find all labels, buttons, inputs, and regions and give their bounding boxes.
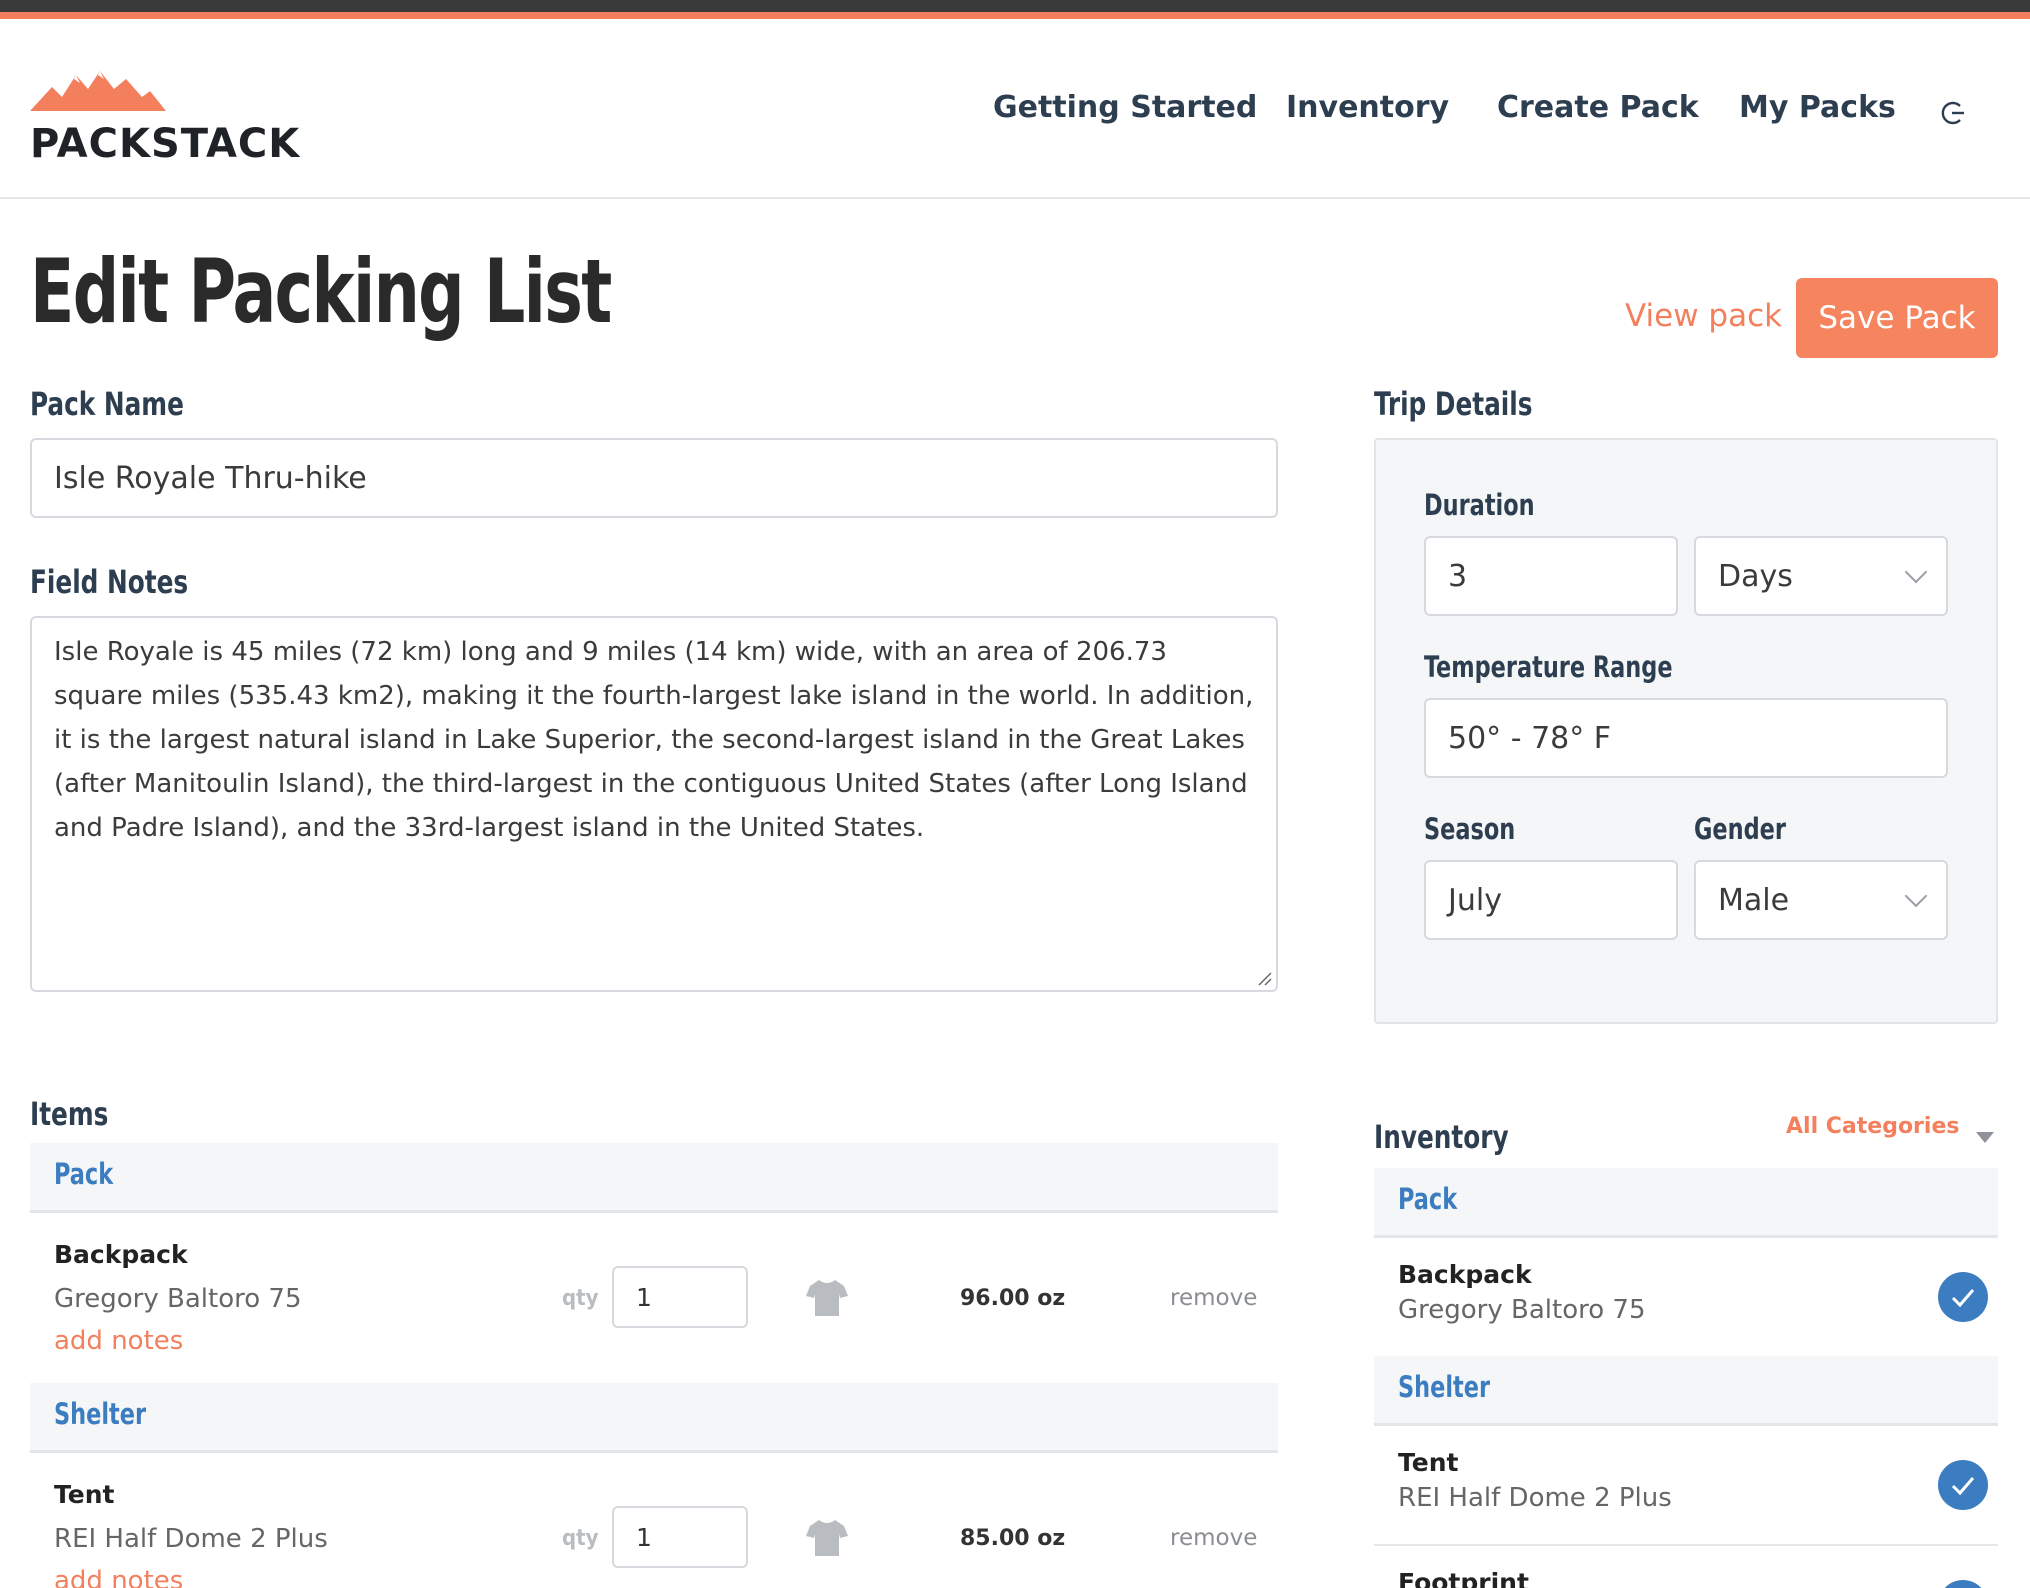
add-notes-link[interactable]: add notes — [54, 1566, 183, 1588]
mountain-logo-icon — [30, 71, 166, 111]
gender-value: Male — [1718, 882, 1790, 918]
item-weight: 85.00 oz — [960, 1526, 1066, 1551]
qty-value: 1 — [636, 1522, 652, 1552]
item-model: Gregory Baltoro 75 — [54, 1284, 302, 1314]
worn-shirt-icon[interactable] — [806, 1518, 848, 1558]
logo-text: PACKSTACK — [30, 121, 301, 167]
item-added-check[interactable] — [1938, 1580, 1988, 1588]
item-category-pack: Pack — [30, 1143, 1278, 1213]
nav-inventory[interactable]: Inventory — [1286, 90, 1449, 125]
duration-input[interactable]: 3 — [1424, 536, 1678, 616]
inventory-item-model: REI Half Dome 2 Plus — [1398, 1483, 1672, 1513]
qty-label: qty — [562, 1526, 599, 1551]
logout-icon[interactable] — [1940, 98, 1970, 128]
nav-create-pack[interactable]: Create Pack — [1497, 90, 1699, 125]
top-accent-bar — [0, 12, 2030, 19]
temperature-range-label: Temperature Range — [1424, 650, 1673, 684]
category-filter-dropdown[interactable]: All Categories — [1786, 1114, 1959, 1139]
site-header: PACKSTACK Getting Started Inventory Crea… — [0, 19, 2030, 199]
pack-name-input[interactable]: Isle Royale Thru-hike — [30, 438, 1278, 518]
gender-label: Gender — [1694, 812, 1786, 846]
page-title: Edit Packing List — [30, 240, 612, 343]
field-notes-value: Isle Royale is 45 miles (72 km) long and… — [54, 637, 1254, 843]
items-heading: Items — [30, 1095, 109, 1133]
item-name: Backpack — [54, 1240, 188, 1269]
qty-value: 1 — [636, 1282, 652, 1312]
top-bar — [0, 0, 2030, 12]
season-value: July — [1448, 882, 1502, 918]
remove-item-link[interactable]: remove — [1170, 1285, 1257, 1311]
category-label: Pack — [1398, 1182, 1458, 1216]
remove-item-link[interactable]: remove — [1170, 1525, 1257, 1551]
item-model: REI Half Dome 2 Plus — [54, 1524, 328, 1554]
inventory-category-pack: Pack — [1374, 1168, 1998, 1238]
chevron-down-icon — [1904, 884, 1928, 908]
chevron-down-icon — [1904, 560, 1928, 584]
resize-handle-icon[interactable] — [1256, 970, 1272, 986]
season-label: Season — [1424, 812, 1516, 846]
duration-value: 3 — [1448, 558, 1468, 594]
nav-getting-started[interactable]: Getting Started — [993, 90, 1257, 125]
inventory-category-shelter: Shelter — [1374, 1356, 1998, 1426]
item-added-check[interactable] — [1938, 1460, 1988, 1510]
temperature-range-value: 50° - 78° F — [1448, 720, 1612, 756]
item-category-shelter: Shelter — [30, 1383, 1278, 1453]
item-name: Tent — [54, 1480, 115, 1509]
worn-shirt-icon[interactable] — [806, 1278, 848, 1318]
pack-name-label: Pack Name — [30, 385, 184, 423]
view-pack-link[interactable]: View pack — [1625, 298, 1782, 334]
item-added-check[interactable] — [1938, 1272, 1988, 1322]
save-pack-button[interactable]: Save Pack — [1796, 278, 1998, 358]
qty-label: qty — [562, 1286, 599, 1311]
check-icon — [1951, 1477, 1975, 1496]
caret-down-icon[interactable] — [1976, 1132, 1994, 1143]
pack-name-value: Isle Royale Thru-hike — [54, 460, 367, 496]
temperature-range-input[interactable]: 50° - 78° F — [1424, 698, 1948, 778]
add-notes-link[interactable]: add notes — [54, 1326, 183, 1356]
duration-unit-select[interactable]: Days — [1694, 536, 1948, 616]
inventory-item-model: Gregory Baltoro 75 — [1398, 1295, 1646, 1325]
divider — [1374, 1544, 1998, 1546]
qty-input[interactable]: 1 — [612, 1266, 748, 1328]
inventory-heading: Inventory — [1374, 1118, 1509, 1156]
logo[interactable]: PACKSTACK — [30, 67, 299, 177]
trip-details-heading: Trip Details — [1374, 385, 1533, 423]
check-icon — [1951, 1289, 1975, 1308]
item-weight: 96.00 oz — [960, 1286, 1066, 1311]
qty-input[interactable]: 1 — [612, 1506, 748, 1568]
inventory-item-name: Backpack — [1398, 1260, 1532, 1289]
category-label: Pack — [54, 1157, 114, 1191]
gender-select[interactable]: Male — [1694, 860, 1948, 940]
category-label: Shelter — [1398, 1370, 1491, 1404]
field-notes-label: Field Notes — [30, 563, 189, 601]
nav-my-packs[interactable]: My Packs — [1739, 90, 1896, 125]
inventory-item-name: Footprint — [1398, 1568, 1529, 1588]
duration-label: Duration — [1424, 488, 1535, 522]
category-label: Shelter — [54, 1397, 147, 1431]
field-notes-textarea[interactable]: Isle Royale is 45 miles (72 km) long and… — [30, 616, 1278, 992]
inventory-item-name: Tent — [1398, 1448, 1459, 1477]
duration-unit-value: Days — [1718, 558, 1793, 594]
season-input[interactable]: July — [1424, 860, 1678, 940]
